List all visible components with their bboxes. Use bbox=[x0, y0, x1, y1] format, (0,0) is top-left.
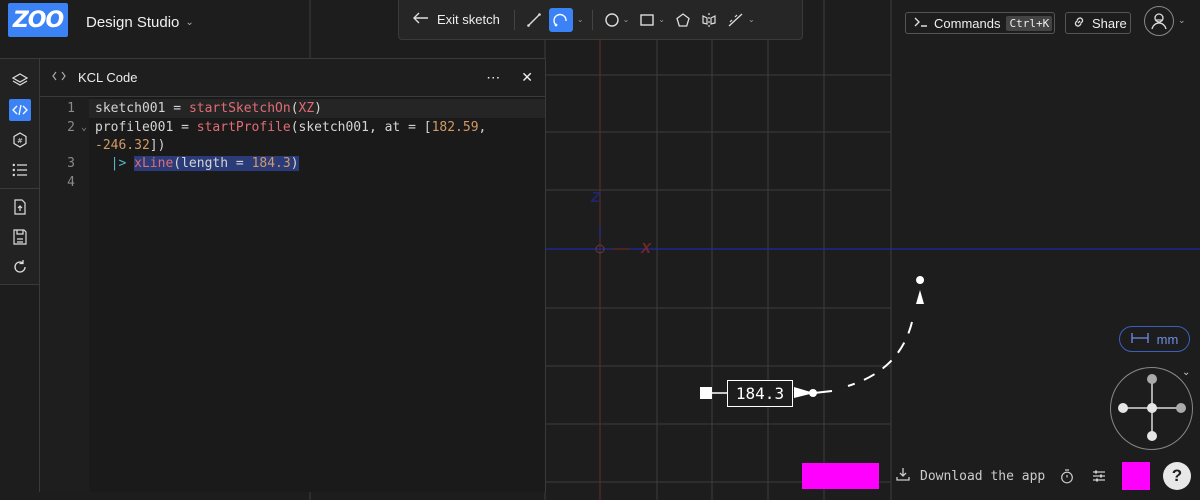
commands-label: Commands bbox=[934, 15, 1001, 31]
code-line-2-wrap: -246.32]) bbox=[95, 138, 166, 153]
sidebar-item-refresh[interactable] bbox=[9, 256, 31, 278]
chevron-down-icon: ⌄ bbox=[658, 15, 665, 24]
sidebar-item-files[interactable]: # bbox=[9, 129, 31, 151]
toolbar-divider bbox=[513, 9, 515, 30]
segment-start-handle bbox=[700, 387, 712, 399]
commands-shortcut: Ctrl+K bbox=[1006, 15, 1053, 31]
share-button[interactable]: Share bbox=[1065, 12, 1131, 34]
app-logo[interactable]: ZOO bbox=[8, 3, 68, 37]
line-icon bbox=[526, 12, 542, 28]
stopwatch-button[interactable] bbox=[1058, 467, 1076, 485]
panel-title: KCL Code bbox=[78, 70, 138, 85]
dimension-icon bbox=[727, 12, 745, 28]
files-icon: # bbox=[12, 132, 27, 148]
refresh-icon bbox=[13, 260, 26, 273]
exit-sketch-button[interactable]: Exit sketch bbox=[407, 6, 506, 34]
share-label: Share bbox=[1092, 15, 1127, 31]
sidebar-item-save[interactable] bbox=[9, 226, 31, 248]
mirror-icon bbox=[701, 12, 717, 28]
feature-tree-icon bbox=[11, 73, 28, 86]
tangent-arc-icon bbox=[552, 11, 570, 29]
line-tool-button[interactable] bbox=[523, 8, 545, 32]
commands-button[interactable]: Commands Ctrl+K bbox=[905, 12, 1055, 34]
dimension-tool-button[interactable]: ⌄ bbox=[724, 8, 758, 32]
circle-tool-button[interactable]: ⌄ bbox=[601, 8, 633, 32]
polygon-icon bbox=[675, 12, 691, 28]
more-options-icon[interactable]: ⋯ bbox=[486, 69, 501, 86]
sketch-toolbar: Exit sketch ⌄ ⌄ ⌄ ⌄ bbox=[398, 0, 803, 40]
download-app-link[interactable]: Download the app bbox=[896, 467, 1045, 485]
fold-chevron-icon[interactable]: ⌄ bbox=[81, 122, 87, 133]
project-menu[interactable]: Design Studio ⌄ bbox=[86, 14, 194, 31]
rectangle-icon bbox=[639, 12, 655, 28]
arrow-left-icon bbox=[413, 12, 429, 27]
tangent-arc-preview bbox=[847, 321, 913, 387]
dimension-input[interactable]: 184.3 bbox=[727, 380, 793, 407]
sidebar-divider bbox=[0, 188, 40, 189]
placeholder-block bbox=[802, 463, 879, 489]
download-icon bbox=[896, 467, 910, 485]
code-icon bbox=[52, 70, 66, 85]
stopwatch-icon bbox=[1061, 468, 1073, 483]
code-line-2: profile001 = startProfile(sketch001, at … bbox=[95, 120, 487, 135]
gizmo-axes-icon bbox=[1118, 374, 1186, 441]
chevron-down-icon[interactable]: ⌄ bbox=[577, 15, 584, 24]
list-icon bbox=[12, 163, 27, 177]
cursor-pin bbox=[916, 276, 925, 304]
code-line-1: sketch001 = startSketchOn(XZ) bbox=[95, 101, 322, 116]
tangent-arc-tool-button[interactable] bbox=[548, 7, 573, 32]
ruler-icon bbox=[1131, 332, 1149, 347]
chevron-down-icon[interactable]: ⌄ bbox=[1178, 15, 1186, 26]
rectangle-tool-button[interactable]: ⌄ bbox=[636, 8, 668, 32]
sidebar-item-code[interactable] bbox=[8, 99, 31, 121]
save-icon bbox=[12, 229, 27, 245]
sidebar: # bbox=[0, 58, 40, 285]
axis-z-label: Z bbox=[591, 189, 601, 206]
polygon-tool-button[interactable] bbox=[672, 8, 694, 32]
line-number: 2 bbox=[67, 120, 75, 135]
segment-endpoint bbox=[809, 389, 817, 397]
code-editor[interactable]: 1 2 ⌄ 3 4 sketch001 = startSketchOn(XZ) … bbox=[40, 97, 545, 492]
terminal-icon bbox=[914, 16, 928, 31]
line-gutter: 1 2 ⌄ 3 4 bbox=[40, 97, 89, 492]
chevron-down-icon: ⌄ bbox=[747, 15, 755, 24]
mirror-tool-button[interactable] bbox=[698, 8, 720, 32]
sidebar-item-list[interactable] bbox=[9, 159, 31, 181]
units-button[interactable]: mm bbox=[1119, 326, 1190, 352]
project-name: Design Studio bbox=[86, 14, 180, 31]
code-line-3: |> xLine(length = 184.3) bbox=[110, 156, 299, 171]
line-number: 4 bbox=[67, 175, 75, 190]
editor-content[interactable]: sketch001 = startSketchOn(XZ) profile001… bbox=[89, 97, 545, 492]
circle-icon bbox=[604, 12, 620, 28]
download-label: Download the app bbox=[920, 468, 1046, 484]
user-icon bbox=[1151, 13, 1167, 30]
axis-x-label: X bbox=[641, 240, 652, 257]
code-icon bbox=[11, 104, 28, 116]
sidebar-item-feature-tree[interactable] bbox=[9, 69, 31, 91]
export-icon bbox=[13, 199, 26, 215]
chevron-down-icon: ⌄ bbox=[185, 17, 194, 28]
link-icon bbox=[1072, 15, 1086, 32]
placeholder-block bbox=[1122, 462, 1150, 490]
svg-text:#: # bbox=[17, 137, 23, 145]
chevron-down-icon: ⌄ bbox=[622, 15, 630, 24]
units-label: mm bbox=[1156, 331, 1179, 347]
line-number: 3 bbox=[67, 156, 75, 171]
panel-header: KCL Code ⋯ ✕ bbox=[40, 59, 545, 97]
exit-sketch-label: Exit sketch bbox=[437, 12, 500, 27]
user-avatar[interactable] bbox=[1144, 6, 1174, 36]
sidebar-item-export[interactable] bbox=[9, 196, 31, 218]
help-button[interactable]: ? bbox=[1163, 462, 1191, 490]
sliders-icon bbox=[1093, 470, 1105, 482]
close-icon[interactable]: ✕ bbox=[521, 69, 533, 86]
kcl-code-panel: KCL Code ⋯ ✕ 1 2 ⌄ 3 4 sketch001 = start… bbox=[39, 58, 546, 492]
view-gizmo[interactable] bbox=[1110, 367, 1193, 450]
settings-button[interactable] bbox=[1090, 467, 1108, 485]
toolbar-divider bbox=[591, 9, 593, 30]
line-number: 1 bbox=[67, 101, 75, 116]
